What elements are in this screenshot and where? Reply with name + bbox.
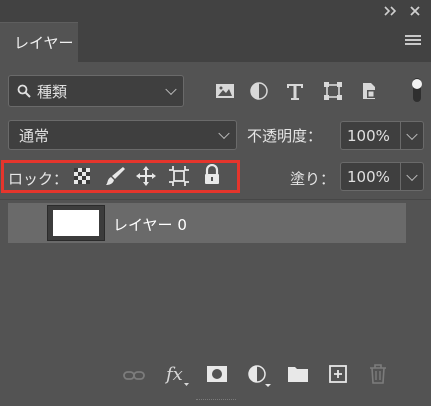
layer-name: レイヤー 0 [113,216,187,234]
adjustment-layer-icon[interactable] [247,363,273,389]
chevron-down-icon [406,169,418,181]
fill-value: 100% [347,167,390,186]
opacity-label: 不透明度： [247,127,323,145]
panel-menu-icon[interactable] [404,34,422,48]
fill-label: 塗り： [290,170,336,188]
shape-filter-icon[interactable] [322,80,344,102]
delete-layer-icon[interactable] [368,363,388,385]
resize-grip[interactable] [196,399,236,403]
lock-highlight-box [1,160,240,193]
close-icon[interactable] [409,5,421,17]
chevron-down-icon [218,127,230,140]
layer-thumbnail-image [53,210,99,236]
double-chevron-right-icon[interactable] [383,5,397,17]
type-filter-icon[interactable] [284,80,306,102]
tab-layers[interactable]: レイヤー [0,22,78,62]
opacity-dropdown-button[interactable] [400,121,424,150]
tab-label: レイヤー [14,34,74,52]
opacity-value: 100% [347,126,390,145]
opacity-input[interactable]: 100% [340,121,401,150]
blend-mode-select[interactable]: 通常 [8,120,237,150]
smart-object-filter-icon[interactable] [358,80,380,102]
fill-input[interactable]: 100% [340,162,401,191]
filter-kind-label: 種類 [37,82,68,101]
image-filter-icon[interactable] [214,80,236,102]
link-layers-icon[interactable] [122,366,146,384]
new-layer-icon[interactable] [328,364,348,384]
fill-dropdown-button[interactable] [400,162,424,191]
divider [0,199,431,200]
fx-icon[interactable]: fx [165,362,191,388]
filter-kind-select[interactable]: 種類 [8,75,184,107]
svg-text:fx: fx [165,364,183,385]
blend-mode-value: 通常 [19,126,50,145]
chevron-down-icon [406,128,418,140]
new-group-icon[interactable] [287,365,309,383]
add-mask-icon[interactable] [206,365,228,383]
search-icon [17,84,31,98]
chevron-down-icon [165,83,177,96]
filter-toggle[interactable] [410,76,424,104]
panel-titlebar [0,0,431,22]
adjustment-filter-icon[interactable] [248,80,270,102]
